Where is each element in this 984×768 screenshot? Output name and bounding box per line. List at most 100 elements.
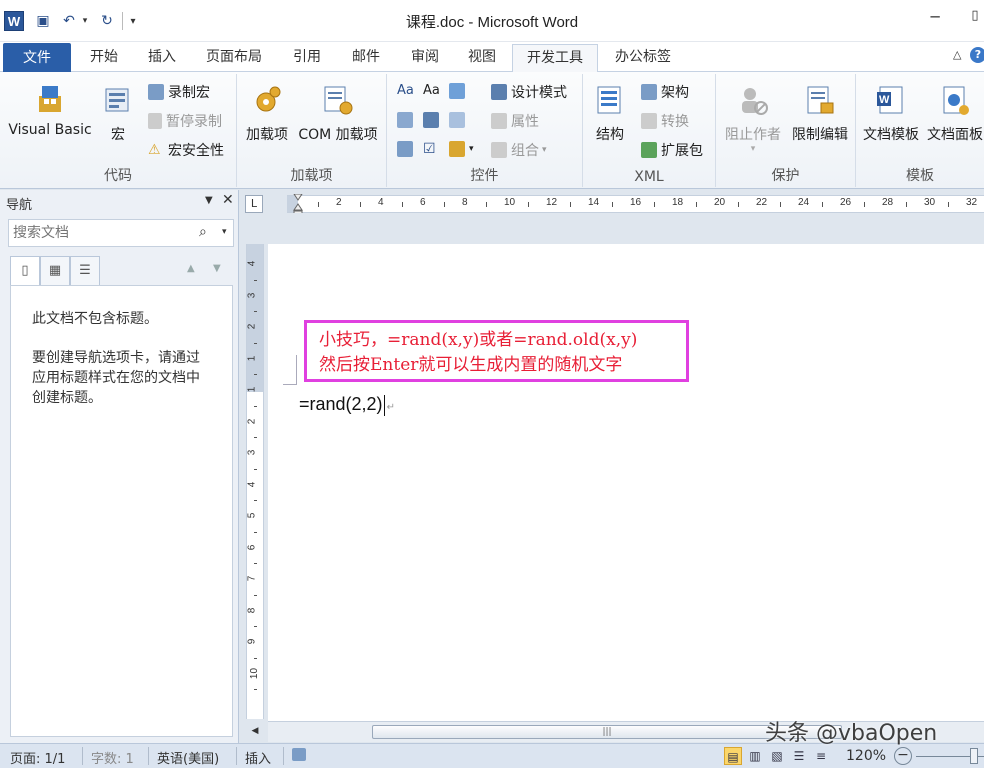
- help-icon[interactable]: ?: [970, 47, 984, 63]
- plain-text-control-icon[interactable]: Aa: [423, 83, 440, 98]
- search-icon[interactable]: ⌕: [199, 224, 207, 240]
- paragraph-mark-icon: ↵: [386, 402, 395, 413]
- zoom-slider-thumb[interactable]: [970, 748, 978, 764]
- com-addins-button[interactable]: COM 加载项: [293, 84, 383, 144]
- document-template-button[interactable]: W 文档模板: [860, 84, 922, 144]
- group-label-code: 代码: [104, 168, 132, 184]
- checkbox-control-icon[interactable]: ☑: [423, 141, 436, 157]
- print-layout-view-icon[interactable]: ▤: [724, 747, 742, 765]
- date-picker-control-icon[interactable]: [397, 141, 417, 157]
- schema-button[interactable]: 架构: [641, 82, 689, 102]
- tab-browse-results[interactable]: ☰: [70, 256, 100, 286]
- ruler-tick: [864, 202, 865, 207]
- ruler-tick: [254, 279, 257, 281]
- web-layout-view-icon[interactable]: ▧: [768, 747, 786, 765]
- visual-basic-label: Visual Basic: [8, 122, 92, 138]
- macros-button[interactable]: 宏: [100, 84, 136, 144]
- ruler-number: 10: [504, 197, 516, 208]
- ruler-number: 4: [378, 197, 384, 208]
- horizontal-ruler[interactable]: 2 4 6 8 10 12 14 16 18 20 22 24 26 28 30 32: [287, 195, 984, 213]
- tab-file[interactable]: 文件: [3, 43, 71, 72]
- rich-text-control-icon[interactable]: Aa: [397, 83, 414, 98]
- properties-button[interactable]: 属性: [491, 111, 539, 131]
- group-button[interactable]: 组合 ▾: [491, 140, 547, 160]
- tab-page-layout[interactable]: 页面布局: [196, 42, 272, 72]
- record-macro-status-icon: [292, 748, 306, 761]
- pause-recording-button[interactable]: 暂停录制: [148, 111, 222, 131]
- properties-icon: [491, 113, 507, 129]
- zoom-level[interactable]: 120%: [846, 748, 886, 764]
- structure-button[interactable]: 结构: [591, 84, 629, 144]
- svg-text:W: W: [879, 94, 890, 106]
- minimize-button[interactable]: ─: [922, 8, 948, 30]
- tab-references[interactable]: 引用: [282, 42, 332, 72]
- outline-view-icon[interactable]: ☰: [790, 747, 808, 765]
- scroll-left-icon[interactable]: ◀: [248, 722, 262, 740]
- chevron-down-icon: ▾: [469, 144, 474, 154]
- expansion-pack-button[interactable]: 扩展包: [641, 140, 703, 160]
- zoom-out-button[interactable]: −: [894, 747, 912, 765]
- addins-button[interactable]: 加载项: [243, 84, 291, 144]
- transform-button[interactable]: 转换: [641, 111, 689, 131]
- macro-record-status-icon[interactable]: [292, 748, 310, 765]
- search-document-input[interactable]: [9, 220, 189, 246]
- minimize-ribbon-icon[interactable]: △: [953, 48, 961, 61]
- search-options-dropdown-icon[interactable]: ▾: [222, 227, 227, 237]
- legacy-tools-icon[interactable]: ▾: [449, 141, 474, 157]
- tab-insert[interactable]: 插入: [138, 42, 186, 72]
- next-heading-icon[interactable]: ▼: [213, 263, 221, 274]
- full-screen-reading-view-icon[interactable]: ▥: [746, 747, 764, 765]
- restrict-editing-button[interactable]: 限制编辑: [788, 84, 852, 144]
- design-mode-label: 设计模式: [511, 85, 567, 101]
- ruler-tick: [360, 202, 361, 207]
- chevron-down-icon: ▾: [750, 144, 756, 154]
- draft-view-icon[interactable]: ≡: [812, 747, 830, 765]
- building-block-control-icon[interactable]: [397, 112, 417, 128]
- group-label-controls: 控件: [470, 168, 499, 184]
- document-panel-button[interactable]: 文档面板: [924, 84, 984, 144]
- tab-browse-pages[interactable]: ▦: [40, 256, 70, 286]
- tab-review[interactable]: 审阅: [400, 42, 450, 72]
- document-body-text[interactable]: =rand(2,2) ↵: [299, 394, 395, 416]
- ruler-number: 7: [246, 575, 258, 582]
- picture-control-icon[interactable]: [449, 83, 469, 99]
- block-authors-button[interactable]: 阻止作者 ▾: [722, 84, 784, 154]
- previous-heading-icon[interactable]: ▲: [187, 263, 195, 274]
- page-number-status[interactable]: 页面: 1/1: [10, 748, 65, 767]
- vertical-ruler[interactable]: 4 3 2 1 1 2 3 4 5 6 7 8 9 10: [246, 244, 264, 719]
- nav-pane-close-icon[interactable]: ✕: [222, 192, 234, 208]
- visual-basic-button[interactable]: Visual Basic: [6, 82, 94, 138]
- nav-pane-menu-icon[interactable]: ▼: [205, 195, 213, 206]
- tab-view[interactable]: 视图: [457, 42, 507, 72]
- combo-box-control-icon[interactable]: [423, 112, 443, 128]
- design-mode-button[interactable]: 设计模式: [491, 82, 567, 102]
- ruler-number: 16: [630, 197, 642, 208]
- dropdown-control-icon[interactable]: [449, 112, 469, 128]
- insert-mode-status[interactable]: 插入: [245, 748, 271, 767]
- document-panel-label: 文档面板: [927, 127, 983, 143]
- tab-selector-button[interactable]: L: [245, 195, 263, 213]
- tab-developer[interactable]: 开发工具: [512, 44, 598, 73]
- macro-security-button[interactable]: ⚠ 宏安全性: [148, 140, 224, 160]
- tab-office-tab[interactable]: 办公标签: [604, 42, 682, 72]
- document-page[interactable]: [268, 244, 984, 721]
- language-status[interactable]: 英语(美国): [157, 748, 219, 767]
- ruler-tick: [822, 202, 823, 207]
- group-protect: 阻止作者 ▾ 限制编辑 保护: [716, 74, 856, 187]
- legacy-tools-gear-icon: [449, 141, 465, 157]
- tab-mailings[interactable]: 邮件: [341, 42, 391, 72]
- text-boundary-corner: [283, 355, 297, 385]
- ruler-tick: [402, 202, 403, 207]
- restore-button[interactable]: ▯: [966, 8, 984, 30]
- ruler-tick: [906, 202, 907, 207]
- status-separator: [148, 747, 149, 765]
- restrict-editing-icon: [807, 86, 834, 114]
- picture-icon: [449, 83, 465, 99]
- nav-search-box[interactable]: ⌕ ▾: [8, 219, 234, 247]
- structure-icon: [597, 86, 621, 114]
- word-count-status[interactable]: 字数: 1: [91, 748, 134, 767]
- record-macro-button[interactable]: 录制宏: [148, 82, 210, 102]
- chevron-down-icon: ▾: [542, 145, 547, 155]
- tab-browse-headings[interactable]: ▯: [10, 256, 40, 286]
- tab-home[interactable]: 开始: [80, 42, 128, 72]
